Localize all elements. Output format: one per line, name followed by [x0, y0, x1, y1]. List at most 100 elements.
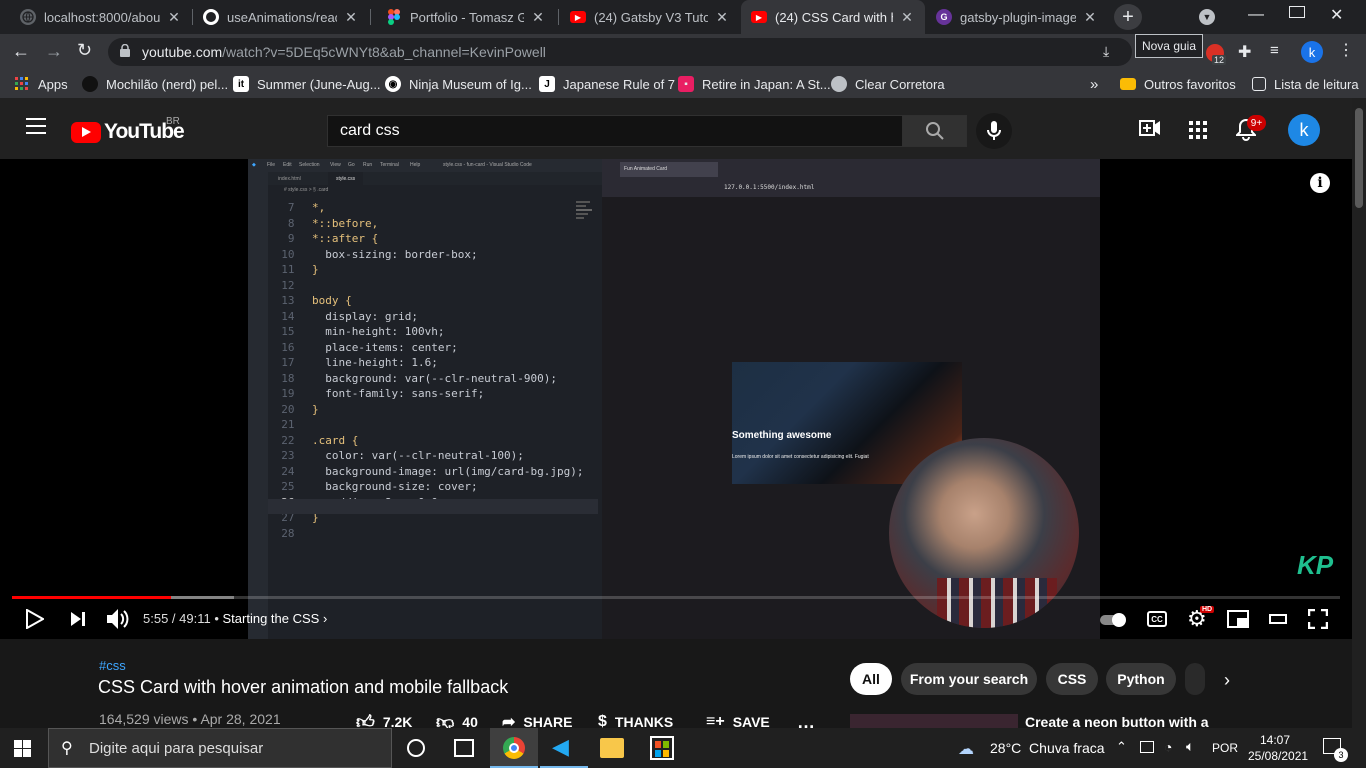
taskbar-app-vscode[interactable]: ◀: [540, 728, 588, 768]
browser-tab[interactable]: Portfolio - Tomasz Gaj ✕: [376, 0, 556, 34]
address-bar[interactable]: youtube.com/watch?v=5DEq5cWNYt8&ab_chann…: [108, 38, 1132, 66]
fullscreen-icon[interactable]: [1307, 608, 1329, 634]
chapter-title[interactable]: Starting the CSS: [223, 611, 320, 626]
bookmark-apps[interactable]: Apps: [14, 70, 68, 98]
minimize-icon[interactable]: —: [1246, 6, 1266, 24]
browser-tab[interactable]: localhost:8000/about ✕: [10, 0, 192, 34]
bookmarks-overflow-button[interactable]: »: [1090, 70, 1098, 98]
autoplay-toggle[interactable]: [1100, 613, 1128, 627]
code-line: 25 background-size: cover;: [268, 479, 578, 495]
chip-all[interactable]: All: [850, 663, 892, 695]
close-tab-icon[interactable]: ✕: [343, 9, 359, 26]
close-tab-icon[interactable]: ✕: [899, 9, 915, 26]
next-button[interactable]: [70, 611, 86, 632]
windows-start-icon[interactable]: [14, 740, 31, 762]
close-tab-icon[interactable]: ✕: [166, 9, 182, 26]
reading-list-button[interactable]: Lista de leitura: [1252, 70, 1359, 98]
theater-mode-icon[interactable]: [1269, 614, 1287, 624]
chip-next-partial[interactable]: [1185, 663, 1205, 695]
bookmark-item[interactable]: J Japanese Rule of 7: [539, 70, 675, 98]
new-tab-button[interactable]: +: [1114, 4, 1142, 30]
scrollbar-thumb[interactable]: [1355, 108, 1363, 208]
media-control-icon[interactable]: ≡: [1270, 42, 1279, 59]
captions-icon[interactable]: CC: [1147, 611, 1167, 627]
bookmark-item[interactable]: ◉ Ninja Museum of Ig...: [385, 70, 532, 98]
video-player[interactable]: ◆ File Edit Selection View Go Run Termin…: [0, 159, 1352, 639]
apps-grid-icon: [14, 76, 30, 92]
line-code: place-items: center;: [312, 340, 458, 354]
task-view-icon[interactable]: [454, 739, 474, 757]
youtube-masthead: YouTube BR card css 9+ k: [0, 98, 1352, 159]
battery-icon[interactable]: [1140, 741, 1154, 753]
hashtag-link[interactable]: #css: [99, 658, 126, 673]
info-card-icon[interactable]: i: [1310, 173, 1330, 193]
dot-icon: [82, 76, 98, 92]
taskbar-search-box[interactable]: ⚲ Digite aqui para pesquisar: [48, 728, 392, 768]
chevron-right-icon[interactable]: ›: [323, 611, 327, 626]
line-code: *::after {: [312, 232, 379, 245]
line-number: 12: [268, 278, 295, 292]
taskbar-app-chrome[interactable]: [490, 728, 538, 768]
bookmark-item[interactable]: ▪ Retire in Japan: A St...: [678, 70, 831, 98]
file-explorer-icon[interactable]: [600, 738, 624, 758]
reload-icon[interactable]: ↻: [77, 40, 92, 61]
wifi-icon[interactable]: ◔: [1164, 739, 1172, 755]
chrome-menu-icon[interactable]: ⋮: [1338, 40, 1354, 60]
chip-css[interactable]: CSS: [1046, 663, 1098, 695]
search-input[interactable]: card css: [327, 115, 903, 147]
weather-text[interactable]: 28°C Chuva fraca: [990, 740, 1105, 756]
bookmark-item[interactable]: it Summer (June-Aug...: [233, 70, 381, 98]
volume-button[interactable]: [106, 608, 130, 635]
browser-tab-active[interactable]: ▶ (24) CSS Card with hov ✕: [741, 0, 925, 34]
bookmark-item[interactable]: Mochilão (nerd) pel...: [82, 70, 228, 98]
progress-bar[interactable]: [12, 596, 1340, 599]
install-app-icon[interactable]: ⤓: [1103, 43, 1109, 60]
search-button[interactable]: [902, 115, 967, 147]
forward-icon[interactable]: →: [45, 41, 63, 62]
github-icon: [203, 9, 219, 25]
speaker-icon[interactable]: 🔈︎: [1186, 738, 1194, 755]
hamburger-menu-icon[interactable]: [26, 118, 46, 134]
account-avatar[interactable]: k: [1288, 114, 1320, 146]
page-scrollbar[interactable]: [1352, 98, 1366, 728]
bookmark-item[interactable]: Clear Corretora: [831, 70, 945, 98]
code-line: 17 line-height: 1.6;: [268, 355, 578, 371]
line-code: box-sizing: border-box;: [312, 247, 478, 261]
profile-avatar[interactable]: k: [1301, 41, 1323, 63]
other-bookmarks-folder[interactable]: Outros favoritos: [1120, 70, 1236, 98]
create-video-icon[interactable]: [1139, 120, 1161, 141]
close-window-icon[interactable]: ✕: [1330, 5, 1343, 25]
kp-watermark: KP: [1297, 550, 1334, 580]
close-tab-icon[interactable]: ✕: [530, 9, 546, 26]
extensions-puzzle-icon[interactable]: ✚: [1238, 42, 1251, 62]
voice-search-button[interactable]: [976, 113, 1012, 149]
chevron-up-icon[interactable]: ⌃: [1116, 739, 1127, 755]
tab-search-icon[interactable]: ▼: [1199, 9, 1215, 25]
microsoft-store-icon[interactable]: [650, 736, 674, 760]
chrome-icon: [503, 737, 525, 759]
weather-cloud-icon[interactable]: ☁: [958, 739, 974, 759]
ninja-icon: ◉: [385, 76, 401, 92]
back-icon[interactable]: ←: [12, 41, 30, 62]
next-video-thumbnail[interactable]: [850, 714, 1018, 728]
close-tab-icon[interactable]: ✕: [1082, 9, 1098, 26]
cortana-icon[interactable]: [407, 739, 425, 757]
play-button[interactable]: [26, 608, 46, 634]
browser-tab[interactable]: ▶ (24) Gatsby V3 Tutoria ✕: [560, 0, 740, 34]
code-line: 10 box-sizing: border-box;: [268, 247, 578, 263]
code-line: 21: [268, 417, 578, 433]
chips-scroll-right-icon[interactable]: ›: [1209, 662, 1245, 698]
browser-tab[interactable]: useAnimations/react-u ✕: [193, 0, 369, 34]
miniplayer-icon[interactable]: [1227, 610, 1249, 628]
vscode-menu-view: View: [330, 162, 341, 168]
browser-tab[interactable]: G gatsby-plugin-image | ✕: [926, 0, 1108, 34]
chip-python[interactable]: Python: [1106, 663, 1176, 695]
restore-icon[interactable]: [1289, 6, 1305, 18]
taskbar-clock[interactable]: 14:07 25/08/2021: [1248, 732, 1308, 764]
input-language[interactable]: POR: [1212, 741, 1238, 755]
close-tab-icon[interactable]: ✕: [714, 9, 730, 26]
minimap: [576, 199, 596, 619]
apps-grid-icon[interactable]: [1189, 121, 1207, 144]
chip-from-your-search[interactable]: From your search: [901, 663, 1037, 695]
microphone-icon: [987, 121, 1001, 140]
